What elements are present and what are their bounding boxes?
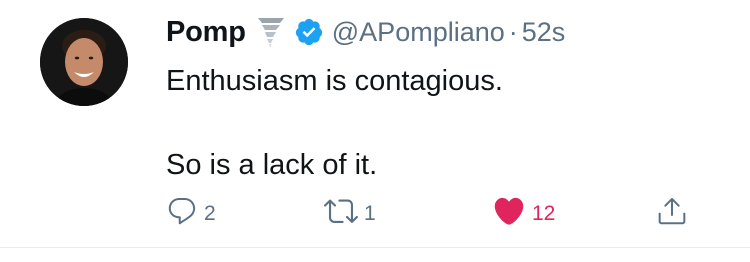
reply-button[interactable]: 2 [166,194,216,234]
tornado-icon [256,15,286,49]
retweet-icon [324,194,358,234]
tweet-text-line [166,102,720,144]
tweet-text-line: Enthusiasm is contagious. [166,65,503,97]
tweet-timestamp[interactable]: 52s [522,17,566,48]
share-button[interactable] [656,194,688,234]
reply-icon [166,195,198,233]
tweet-text: Enthusiasm is contagious. So is a lack o… [166,60,720,186]
heart-icon [492,194,526,234]
share-icon [656,195,688,233]
tweet-text-line: So is a lack of it. [166,149,378,181]
tweet[interactable]: Pomp @APompliano · 52s Enthusiasm is con… [0,0,750,262]
avatar[interactable] [40,18,128,106]
tweet-header: Pomp @APompliano · 52s [166,10,720,54]
like-button[interactable]: 12 [492,194,555,234]
retweet-count: 1 [364,202,376,225]
retweet-button[interactable]: 1 [324,194,376,234]
divider [0,247,750,248]
like-count: 12 [532,202,556,225]
tweet-content: Pomp @APompliano · 52s Enthusiasm is con… [166,10,720,186]
author-name[interactable]: Pomp [166,16,246,49]
verified-badge-icon [294,17,324,47]
tweet-actions: 2 1 12 [166,194,726,238]
separator-dot: · [508,16,518,47]
author-handle[interactable]: @APompliano [332,17,505,48]
reply-count: 2 [204,202,216,225]
